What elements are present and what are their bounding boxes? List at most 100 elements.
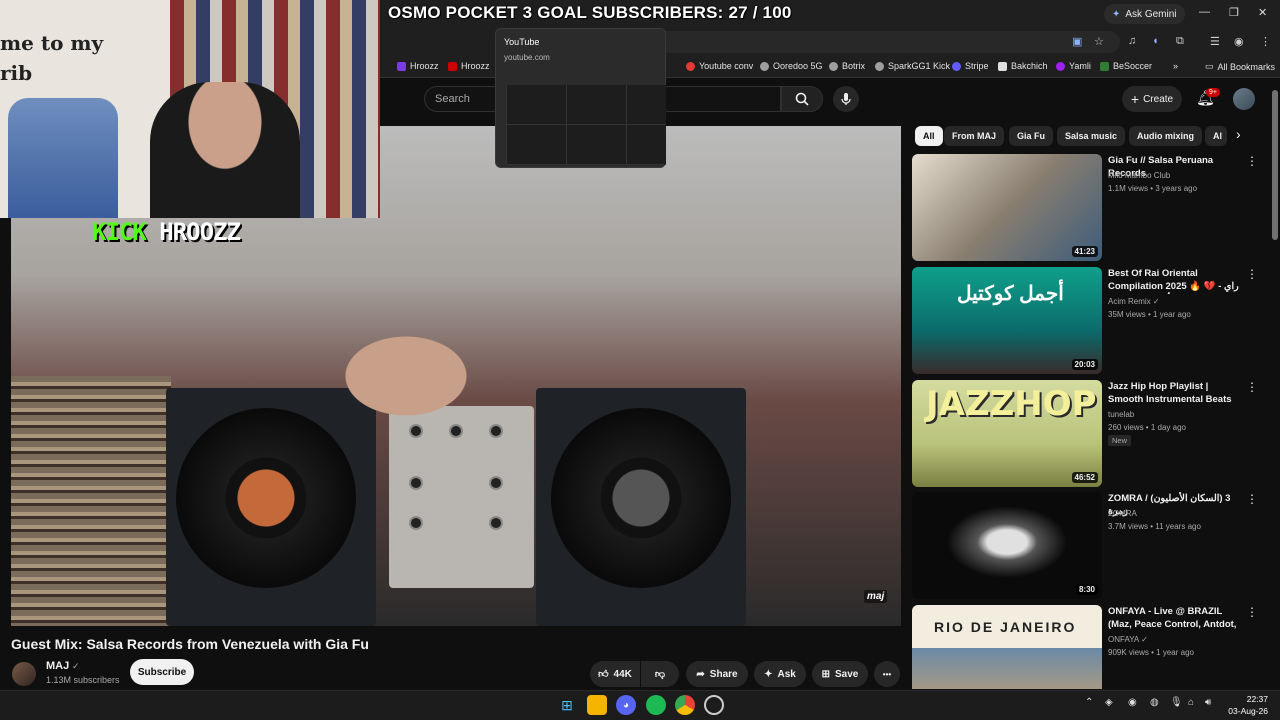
audio-icon[interactable]: ◖ (1152, 35, 1159, 47)
obs-icon[interactable] (704, 695, 724, 715)
more-vert-icon[interactable]: ⋮ (1246, 605, 1258, 619)
maximize-icon[interactable]: ❐ (1229, 6, 1239, 19)
browser-menu-icon[interactable]: ⋮ (1260, 35, 1271, 48)
bookmark-favicon-icon (998, 61, 1007, 71)
tray-app-icon[interactable]: ◈ (1105, 697, 1113, 708)
rec-channel[interactable]: ONFAYA ✓ (1108, 635, 1148, 644)
recommended-video[interactable]: أجمل كوكتيل 20:03 Best Of Rai Oriental C… (912, 267, 1272, 375)
system-clock[interactable]: 22:37 03-Aug-26 (1222, 693, 1268, 717)
share-button[interactable]: ➦ Share (686, 661, 748, 687)
kick-word: KICK (92, 218, 147, 246)
dj-hand-image (176, 226, 506, 436)
page-scrollbar[interactable] (1272, 90, 1278, 240)
gaming-chair-image (8, 98, 118, 218)
recommended-video[interactable]: 41:23 Gia Fu // Salsa Peruana Records Mi… (912, 154, 1272, 262)
rec-channel[interactable]: Mild Mambo Club (1108, 171, 1170, 180)
ask-button[interactable]: ✦ Ask (754, 661, 806, 687)
account-avatar[interactable] (1233, 88, 1255, 110)
all-bookmarks[interactable]: ▭ All Bookmarks (1205, 61, 1275, 72)
chevron-right-icon[interactable]: › (1236, 126, 1256, 146)
bookmark-item[interactable]: BeSoccer (1100, 61, 1152, 71)
discord-icon[interactable]: ◕ (616, 695, 636, 715)
save-playlist-icon: ⊞ (821, 668, 831, 680)
tray-app-icon[interactable]: ◉ (1128, 697, 1137, 708)
close-icon[interactable]: ✕ (1258, 6, 1267, 19)
chip-gia-fu[interactable]: Gia Fu (1009, 126, 1054, 146)
recommended-video[interactable]: 8:30 ZOMRA / (السكان الأصليون) 3 زمرة ZO… (912, 492, 1272, 600)
video-thumbnail[interactable]: 8:30 (912, 492, 1102, 599)
screen-share-icon[interactable]: ▣ (1072, 35, 1082, 48)
bookmark-item[interactable]: Youtube conv (686, 61, 753, 71)
bookmark-item[interactable]: Ooredoo 5G (760, 61, 823, 71)
chip-from-maj[interactable]: From MAJ (944, 126, 1005, 146)
rec-title[interactable]: ONFAYA - Live @ BRAZIL (Maz, Peace Contr… (1108, 605, 1246, 632)
network-icon[interactable]: ⌂ (1188, 697, 1194, 708)
video-thumbnail[interactable]: RIO DE JANEIRO (912, 605, 1102, 689)
verified-badge-icon: ✓ (1152, 297, 1160, 306)
more-vert-icon[interactable]: ⋮ (1246, 492, 1258, 506)
more-icon: ••• (882, 669, 892, 679)
video-thumbnail[interactable]: 41:23 (912, 154, 1102, 261)
save-label: Save (835, 668, 859, 680)
kick-channel-overlay: KICK HROOZZ (92, 218, 241, 246)
dislike-button[interactable]: 👎︎ (641, 661, 679, 687)
more-vert-icon[interactable]: ⋮ (1246, 154, 1258, 168)
minimize-icon[interactable]: — (1199, 6, 1210, 18)
spotify-icon[interactable] (646, 695, 666, 715)
chrome-icon[interactable] (675, 695, 695, 715)
microphone-tray-icon[interactable]: 🎙︎ (1170, 697, 1183, 708)
tray-app-icon[interactable]: ◍ (1150, 697, 1159, 708)
bookmark-item[interactable]: Yamli (1056, 61, 1091, 71)
subscribe-button[interactable]: Subscribe (130, 659, 194, 685)
reading-list-icon[interactable]: ☰ (1210, 35, 1220, 48)
like-button[interactable]: 👍︎ 44K (590, 661, 640, 687)
windows-start-icon[interactable]: ⊞ (557, 695, 577, 715)
save-button[interactable]: ⊞ Save (812, 661, 868, 687)
media-icon[interactable]: ♫ (1128, 35, 1136, 47)
channel-avatar[interactable] (12, 662, 36, 686)
video-thumbnail[interactable]: أجمل كوكتيل 20:03 (912, 267, 1102, 374)
chip-salsa-music[interactable]: Salsa music (1057, 126, 1126, 146)
search-button[interactable] (781, 86, 823, 112)
rec-title[interactable]: Best Of Rai Oriental Compilation 2025 🔥 … (1108, 267, 1246, 294)
folder-icon: ▭ (1205, 61, 1214, 71)
file-explorer-icon[interactable] (587, 695, 607, 715)
bookmark-item[interactable]: Botrix (829, 61, 865, 71)
bookmark-item[interactable]: Bakchich (998, 61, 1048, 71)
rec-channel[interactable]: Acim Remix ✓ (1108, 297, 1160, 306)
rec-meta: 909K views • 1 year ago (1108, 648, 1194, 657)
chip-audio-mixing[interactable]: Audio mixing (1129, 126, 1202, 146)
bookmark-favicon-icon (875, 61, 884, 71)
recommended-video[interactable]: RIO DE JANEIRO ONFAYA - Live @ BRAZIL (M… (912, 605, 1272, 689)
create-button[interactable]: + Create (1122, 86, 1182, 112)
bookmark-favicon-icon (1100, 61, 1109, 71)
more-vert-icon[interactable]: ⋮ (1246, 267, 1258, 281)
mixer-knob (489, 516, 503, 530)
bookmark-item[interactable]: Stripe (952, 61, 989, 71)
rec-channel[interactable]: ZOMRA (1108, 509, 1137, 518)
volume-icon[interactable]: 🔊︎ (1205, 697, 1211, 708)
bookmark-item[interactable]: Hroozz (448, 61, 490, 71)
bookmark-item[interactable]: SparkGG1 Kick (875, 61, 950, 71)
bookmark-star-icon[interactable]: ☆ (1094, 35, 1104, 48)
rec-channel[interactable]: tunelab (1108, 410, 1134, 419)
streamer-image (150, 82, 300, 218)
ask-gemini-button[interactable]: ✦ Ask Gemini (1104, 4, 1185, 24)
channel-watermark[interactable]: maj (864, 590, 888, 603)
chip-all[interactable]: All (915, 126, 943, 146)
channel-name[interactable]: MAJ (46, 660, 69, 672)
ask-gemini-label: Ask Gemini (1125, 8, 1177, 20)
tray-overflow-icon[interactable]: ⌃ (1085, 697, 1093, 708)
bookmark-item[interactable]: Hroozz (397, 61, 439, 71)
recommended-video[interactable]: JAZZHOP 46:52 Jazz Hip Hop Playlist | Sm… (912, 380, 1272, 488)
extensions-icon[interactable]: ⧉ (1176, 35, 1184, 48)
more-vert-icon[interactable]: ⋮ (1246, 380, 1258, 394)
profile-icon[interactable]: ◉ (1234, 35, 1244, 48)
rec-title[interactable]: Jazz Hip Hop Playlist | Smooth Instrumen… (1108, 380, 1246, 407)
chip-overflow[interactable]: Al (1205, 126, 1227, 146)
bookmark-favicon-icon (448, 61, 457, 71)
bookmarks-overflow-icon[interactable]: » (1173, 61, 1178, 71)
video-thumbnail[interactable]: JAZZHOP 46:52 (912, 380, 1102, 487)
more-actions-button[interactable]: ••• (874, 661, 900, 687)
voice-search-button[interactable] (833, 86, 859, 112)
